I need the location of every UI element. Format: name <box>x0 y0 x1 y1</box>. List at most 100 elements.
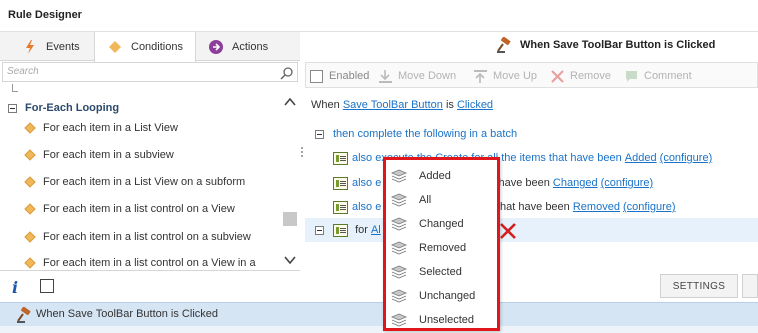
scrollbar-thumb[interactable] <box>283 212 297 226</box>
action-icon <box>333 176 348 190</box>
lightning-icon <box>22 39 38 55</box>
move-down-icon <box>378 69 393 84</box>
checkbox-icon[interactable] <box>310 69 323 83</box>
remove-label: Remove <box>570 70 611 82</box>
delete-icon[interactable] <box>498 222 518 240</box>
rule-header-title: When Save ToolBar Button is Clicked <box>520 39 716 51</box>
configure-link[interactable]: (configure) <box>601 177 654 189</box>
condition-item[interactable]: For each item in a list control on a Vie… <box>24 201 235 217</box>
tab-events[interactable]: Events <box>0 32 94 61</box>
diamond-icon <box>24 257 36 269</box>
collapse-icon[interactable] <box>315 129 324 139</box>
designer-tabs: Events Conditions Actions <box>0 32 300 62</box>
rule-header: When Save ToolBar Button is Clicked <box>496 36 715 54</box>
condition-item[interactable]: For each item in a list control on a sub… <box>24 229 251 245</box>
settings-button[interactable]: SETTINGS <box>660 274 738 298</box>
state-link[interactable]: Changed <box>553 177 598 189</box>
control-link[interactable]: Save ToolBar Button <box>343 99 443 111</box>
status-bar: When Save ToolBar Button is Clicked <box>0 302 758 326</box>
configure-link[interactable]: (configure) <box>660 152 713 164</box>
event-middle: is <box>445 99 454 111</box>
diamond-icon <box>24 231 36 243</box>
remove-button[interactable]: Remove <box>550 63 611 89</box>
condition-item-label: For each item in a list control on a sub… <box>43 231 251 243</box>
chevron-down-icon[interactable] <box>284 254 296 266</box>
stack-icon <box>390 312 408 328</box>
dropdown-option[interactable]: Selected <box>386 260 497 284</box>
diamond-icon <box>24 203 36 215</box>
chevron-up-icon[interactable] <box>284 96 296 108</box>
action-icon <box>333 151 348 165</box>
for-line: for Al <box>315 221 381 239</box>
condition-item[interactable]: For each item in a subview <box>24 147 174 163</box>
tab-conditions-label: Conditions <box>131 41 183 53</box>
gavel-icon <box>496 36 512 53</box>
move-down-button[interactable]: Move Down <box>378 63 456 89</box>
stack-icon <box>390 168 408 184</box>
dropdown-option-label: Unselected <box>419 314 475 326</box>
tree-connector <box>12 91 18 92</box>
event-line: When Save ToolBar Button is Clicked <box>311 96 493 114</box>
search-icon[interactable] <box>280 66 294 80</box>
collapse-icon[interactable] <box>8 103 17 113</box>
tab-actions[interactable]: Actions <box>196 32 300 61</box>
tab-actions-label: Actions <box>232 40 269 53</box>
conditions-list: For-Each Looping For each item in a List… <box>0 84 300 270</box>
also-link[interactable]: also <box>352 177 372 189</box>
diamond-icon <box>107 39 123 55</box>
also-link[interactable]: also <box>352 152 372 164</box>
group-for-each-looping[interactable]: For-Each Looping <box>8 100 119 116</box>
diamond-icon <box>24 149 36 161</box>
conditions-scrollbar[interactable] <box>282 96 298 270</box>
dropdown-option[interactable]: Changed <box>386 212 497 236</box>
dropdown-option[interactable]: All <box>386 188 497 212</box>
batch-text[interactable]: then complete the following in a batch <box>333 128 517 140</box>
dropdown-option-label: Changed <box>419 218 464 230</box>
search-input[interactable]: Search <box>2 62 298 82</box>
comment-label: Comment <box>644 70 692 82</box>
collapse-icon[interactable] <box>315 225 324 235</box>
move-up-button[interactable]: Move Up <box>473 63 537 89</box>
condition-item-label: For each item in a List View on a subfor… <box>43 176 246 188</box>
stack-icon <box>390 216 408 232</box>
gavel-icon <box>16 306 32 323</box>
event-link[interactable]: Clicked <box>457 99 493 111</box>
move-down-label: Move Down <box>398 70 457 82</box>
action-pre: e <box>375 177 382 189</box>
move-up-label: Move Up <box>493 70 538 82</box>
dropdown-option[interactable]: Removed <box>386 236 497 260</box>
splitter-handle[interactable] <box>300 146 304 158</box>
condition-item[interactable]: For each item in a List View <box>24 120 178 136</box>
also-link[interactable]: also <box>352 201 372 213</box>
configure-link[interactable]: (configure) <box>623 201 676 213</box>
dropdown-option-label: All <box>419 194 432 206</box>
dropdown-option-label: Unchanged <box>419 290 476 302</box>
state-link[interactable]: Added <box>625 152 657 164</box>
diamond-icon <box>24 176 36 188</box>
bottom-strip <box>0 326 758 333</box>
comment-icon <box>624 69 639 84</box>
dropdown-option[interactable]: Unchanged <box>386 284 497 308</box>
condition-item-label: For each item in a list control on a Vie… <box>43 203 235 215</box>
condition-item-label: For each item in a subview <box>43 149 174 161</box>
action-icon <box>333 200 348 214</box>
info-icon[interactable]: i <box>12 278 18 297</box>
more-button[interactable] <box>742 274 758 298</box>
page-icon[interactable] <box>40 279 54 293</box>
condition-item[interactable]: For each item in a List View on a subfor… <box>24 174 246 190</box>
move-up-icon <box>473 69 488 84</box>
dropdown-option-label: Selected <box>419 266 462 278</box>
dropdown-option[interactable]: Unselected <box>386 308 497 332</box>
condition-item[interactable]: For each item in a list control on a Vie… <box>24 255 256 270</box>
dropdown-option[interactable]: Added <box>386 164 497 188</box>
event-prefix: When <box>311 99 340 111</box>
for-value-link[interactable]: Al <box>371 224 381 236</box>
condition-item-label: For each item in a List View <box>43 122 178 134</box>
state-link[interactable]: Removed <box>573 201 620 213</box>
for-prefix: for <box>355 224 368 236</box>
tab-conditions[interactable]: Conditions <box>94 32 196 62</box>
stack-icon <box>390 192 408 208</box>
comment-button[interactable]: Comment <box>624 63 692 89</box>
close-icon <box>550 69 565 84</box>
enabled-checkbox[interactable]: Enabled <box>310 63 369 89</box>
